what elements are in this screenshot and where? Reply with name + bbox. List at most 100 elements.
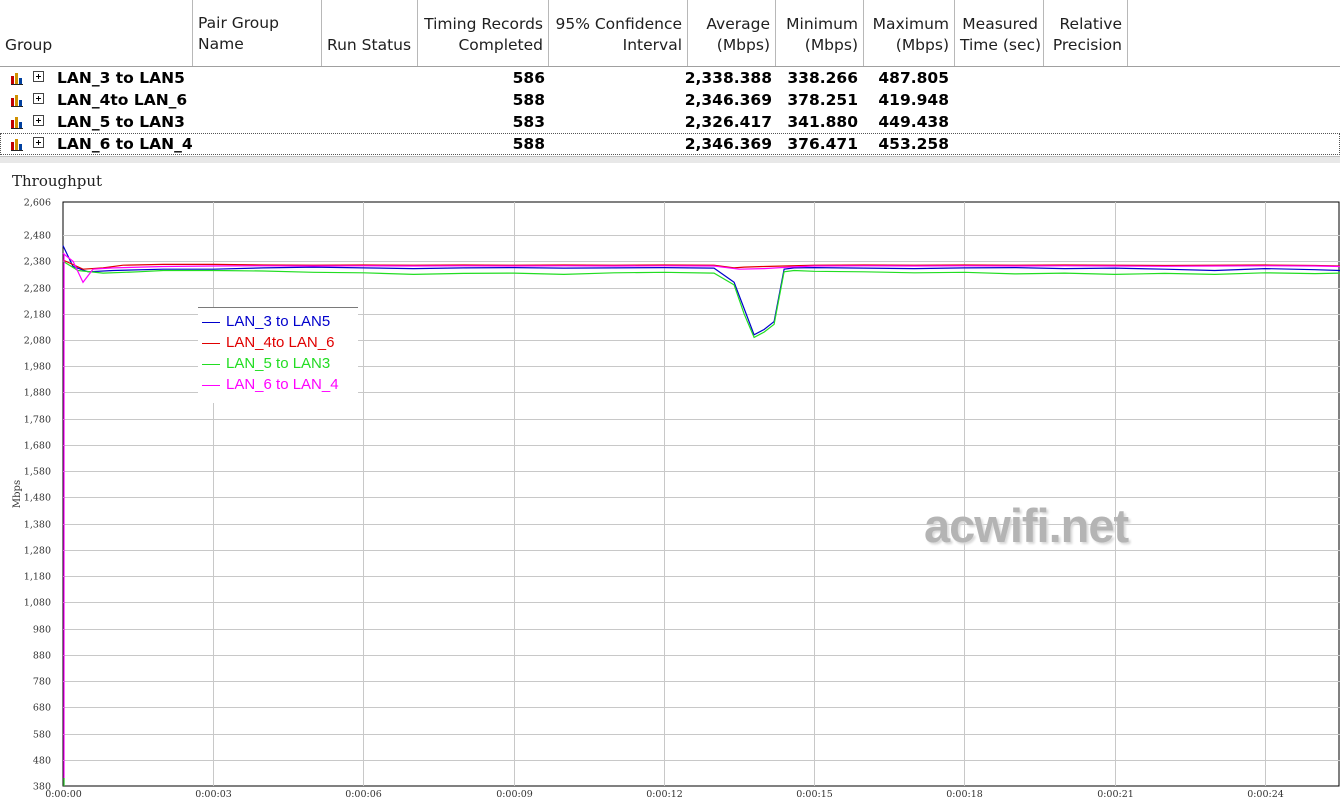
- column-header-label: Maximum: [872, 15, 949, 33]
- legend-swatch: [202, 343, 220, 344]
- column-header-run-status[interactable]: Run Status: [322, 0, 418, 66]
- legend-label: LAN_5 to LAN3: [226, 355, 331, 372]
- column-header-label: Name: [198, 35, 244, 53]
- cell-minimum: 338.266: [787, 69, 858, 87]
- group-name: LAN_5 to LAN3: [57, 113, 185, 131]
- column-header-label: Interval: [622, 36, 682, 54]
- cell-average: 2,346.369: [684, 135, 772, 153]
- x-tick-label: 0:00:12: [646, 789, 683, 800]
- y-tick-label: 2,606: [24, 198, 51, 209]
- column-header-average[interactable]: Average (Mbps): [688, 0, 776, 66]
- cell-records: 588: [512, 135, 545, 153]
- column-header-group[interactable]: Group: [0, 0, 193, 66]
- y-tick-label: 1,880: [24, 388, 51, 399]
- expand-icon[interactable]: [33, 115, 44, 126]
- legend-swatch: [202, 364, 220, 365]
- y-tick-label: 680: [33, 703, 51, 714]
- table-row[interactable]: LAN_6 to LAN_4 588 2,346.369 376.471 453.258: [0, 133, 1340, 155]
- y-tick-label: 1,580: [24, 467, 51, 478]
- x-tick-label: 0:00:09: [496, 789, 533, 800]
- x-tick-label: 0:00:15: [796, 789, 833, 800]
- y-tick-label: 880: [33, 651, 51, 662]
- expand-icon[interactable]: [33, 93, 44, 104]
- column-header-timing-records[interactable]: Timing Records Completed: [418, 0, 549, 66]
- y-tick-label: 1,980: [24, 362, 51, 373]
- y-tick-label: 2,180: [24, 310, 51, 321]
- chart-title: Throughput: [12, 172, 103, 190]
- plot-area: [62, 201, 1340, 787]
- group-name: LAN_6 to LAN_4: [57, 135, 193, 153]
- column-header-maximum[interactable]: Maximum (Mbps): [864, 0, 955, 66]
- watermark: acwifi.net: [924, 499, 1129, 552]
- table-row[interactable]: LAN_4to LAN_6 588 2,346.369 378.251 419.948: [0, 89, 1340, 111]
- legend-swatch: [202, 385, 220, 386]
- y-tick-label: 1,680: [24, 441, 51, 452]
- column-header-label: Pair Group: [198, 14, 279, 32]
- x-tick-label: 0:00:00: [45, 789, 82, 800]
- y-tick-label: 2,080: [24, 336, 51, 347]
- column-header-label: Time (sec): [960, 36, 1042, 54]
- expand-icon[interactable]: [33, 137, 44, 148]
- cell-records: 583: [512, 113, 545, 131]
- column-header-label: Timing Records: [424, 15, 543, 33]
- column-header-label: Completed: [458, 36, 543, 54]
- y-tick-label: 1,480: [24, 493, 51, 504]
- pane-divider[interactable]: [0, 156, 1340, 163]
- y-axis-label: Mbps: [12, 480, 23, 508]
- cell-average: 2,326.417: [684, 113, 772, 131]
- y-tick-label: 1,780: [24, 415, 51, 426]
- x-tick-label: 0:00:06: [345, 789, 382, 800]
- column-header-label: Precision: [1052, 36, 1122, 54]
- y-tick-label: 980: [33, 625, 51, 636]
- cell-average: 2,346.369: [684, 91, 772, 109]
- expand-icon[interactable]: [33, 71, 44, 82]
- table-row[interactable]: LAN_3 to LAN5 586 2,338.388 338.266 487.805: [0, 67, 1340, 89]
- y-tick-label: 1,080: [24, 598, 51, 609]
- x-tick-label: 0:00:21: [1097, 789, 1134, 800]
- y-tick-label: 1,380: [24, 520, 51, 531]
- column-header-confidence[interactable]: 95% Confidence Interval: [549, 0, 688, 66]
- column-header-measured-time[interactable]: Measured Time (sec): [955, 0, 1044, 66]
- column-header-label: (Mbps): [895, 36, 949, 54]
- legend-label: LAN_3 to LAN5: [226, 313, 331, 330]
- column-header-label: (Mbps): [716, 36, 770, 54]
- cell-minimum: 341.880: [787, 113, 858, 131]
- cell-maximum: 487.805: [878, 69, 949, 87]
- table-row[interactable]: LAN_5 to LAN3 583 2,326.417 341.880 449.438: [0, 111, 1340, 133]
- cell-records: 588: [512, 91, 545, 109]
- bar-chart-icon: [11, 71, 23, 85]
- group-name: LAN_3 to LAN5: [57, 69, 185, 87]
- chart-legend: LAN_3 to LAN5 LAN_4to LAN_6 LAN_5 to LAN3 L…: [198, 307, 358, 403]
- x-tick-label: 0:00:24: [1247, 789, 1284, 800]
- x-tick-label: 0:00:03: [195, 789, 232, 800]
- y-tick-label: 1,280: [24, 546, 51, 557]
- cell-average: 2,338.388: [684, 69, 772, 87]
- y-tick-label: 780: [33, 677, 51, 688]
- cell-maximum: 453.258: [878, 135, 949, 153]
- cell-maximum: 449.438: [878, 113, 949, 131]
- legend-label: LAN_4to LAN_6: [226, 334, 335, 351]
- column-header-label: Relative: [1059, 15, 1122, 33]
- cell-maximum: 419.948: [878, 91, 949, 109]
- y-tick-label: 580: [33, 730, 51, 741]
- y-tick-label: 1,180: [24, 572, 51, 583]
- cell-records: 586: [512, 69, 545, 87]
- y-tick-label: 2,380: [24, 257, 51, 268]
- column-header-minimum[interactable]: Minimum (Mbps): [776, 0, 864, 66]
- column-header-label: Group: [5, 36, 53, 54]
- cell-minimum: 376.471: [787, 135, 858, 153]
- column-header-label: 95% Confidence: [555, 15, 682, 33]
- bar-chart-icon: [11, 93, 23, 107]
- column-header-relative-precision[interactable]: Relative Precision: [1044, 0, 1128, 66]
- legend-swatch: [202, 322, 220, 323]
- bar-chart-icon: [11, 137, 23, 151]
- cell-minimum: 378.251: [787, 91, 858, 109]
- column-header-label: Average: [706, 15, 770, 33]
- x-tick-label: 0:00:18: [946, 789, 983, 800]
- y-tick-label: 2,280: [24, 284, 51, 295]
- column-header-pair-group-name[interactable]: Pair Group Name: [193, 0, 322, 66]
- results-table-body: LAN_3 to LAN5 586 2,338.388 338.266 487.805 L…: [0, 67, 1340, 155]
- group-name: LAN_4to LAN_6: [57, 91, 188, 109]
- results-table-header: Group Pair Group Name Run Status Timing Reco…: [0, 0, 1340, 67]
- column-header-label: Run Status: [327, 36, 412, 54]
